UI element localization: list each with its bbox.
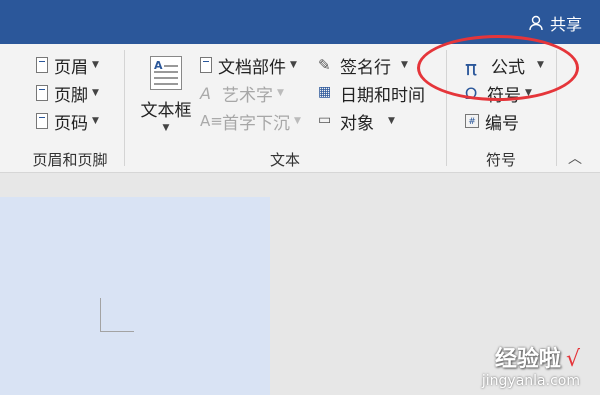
footer-label: 页脚	[54, 85, 88, 106]
check-icon: √	[565, 347, 580, 372]
group-divider	[124, 50, 125, 166]
page-number-button[interactable]: 页码 ▼	[36, 108, 99, 134]
chevron-down-icon: ▼	[537, 60, 544, 70]
chevron-down-icon: ▼	[290, 60, 297, 70]
title-bar: 共享	[0, 0, 600, 44]
drop-cap-label: 首字下沉	[222, 113, 290, 134]
chevron-down-icon: ▼	[92, 116, 99, 126]
person-icon	[529, 15, 543, 31]
quick-parts-button[interactable]: 文档部件 ▼	[200, 52, 297, 78]
page-number-label: 页码	[54, 113, 88, 134]
wordart-label: 艺术字	[222, 85, 273, 106]
calendar-icon: ▦	[318, 84, 332, 100]
chevron-down-icon: ▼	[294, 116, 301, 126]
watermark: 经验啦 √ jingyanla.com	[482, 341, 580, 389]
collapse-ribbon-icon[interactable]: ︿	[568, 148, 582, 168]
number-icon: #	[465, 114, 479, 128]
textbox-icon: A	[150, 56, 182, 90]
numbering-label: 编号	[485, 113, 519, 134]
header-button[interactable]: 页眉 ▼	[36, 52, 99, 78]
quick-parts-label: 文档部件	[218, 57, 286, 78]
header-icon	[36, 57, 48, 73]
quick-parts-icon	[200, 57, 212, 73]
wordart-icon: A	[200, 84, 211, 103]
signature-icon: ✎	[318, 56, 331, 74]
equation-label: 公式	[491, 57, 525, 78]
group-divider	[446, 50, 447, 166]
drop-cap-button[interactable]: A≡ 首字下沉 ▼	[200, 108, 301, 134]
share-label: 共享	[549, 15, 582, 34]
drop-cap-icon: A≡	[200, 112, 223, 130]
object-icon: ▭	[318, 112, 332, 128]
object-label: 对象	[340, 113, 374, 134]
textbox-button[interactable]: A 文本框 ▼	[138, 56, 194, 148]
wordart-button[interactable]: A 艺术字 ▼	[200, 80, 284, 106]
page-number-icon	[36, 113, 48, 129]
chevron-down-icon: ▼	[525, 88, 532, 98]
chevron-down-icon: ▼	[92, 88, 99, 98]
symbol-label: 符号	[487, 85, 521, 106]
equation-button[interactable]: π 公式 ▼	[465, 52, 544, 80]
chevron-down-icon: ▼	[92, 60, 99, 70]
footer-icon	[36, 85, 48, 101]
date-time-label: 日期和时间	[340, 85, 425, 106]
share-button[interactable]: 共享	[528, 11, 582, 35]
group-label-symbols: 符号	[485, 151, 516, 169]
date-time-button[interactable]: ▦ 日期和时间	[318, 80, 425, 106]
numbering-button[interactable]: # 编号	[465, 108, 519, 134]
signature-line-label: 签名行	[340, 57, 391, 78]
omega-icon: Ω	[465, 84, 478, 103]
footer-button[interactable]: 页脚 ▼	[36, 80, 99, 106]
textbox-label: 文本框	[140, 101, 192, 121]
object-button[interactable]: ▭ 对象 ▼	[318, 108, 395, 134]
chevron-down-icon: ▼	[277, 88, 284, 98]
watermark-url: jingyanla.com	[481, 373, 580, 389]
group-divider	[556, 50, 557, 166]
chevron-down-icon: ▼	[162, 123, 170, 133]
watermark-text: 经验啦	[494, 347, 561, 372]
group-label-text: 文本	[269, 151, 300, 169]
chevron-down-icon: ▼	[388, 116, 395, 126]
group-label-header-footer: 页眉和页脚	[32, 151, 108, 169]
header-label: 页眉	[54, 57, 88, 78]
margin-corner-mark	[100, 298, 134, 332]
document-page[interactable]	[0, 197, 270, 395]
symbol-button[interactable]: Ω 符号 ▼	[465, 80, 532, 106]
signature-line-button[interactable]: ✎ 签名行 ▼	[318, 52, 408, 78]
chevron-down-icon: ▼	[401, 60, 408, 70]
ribbon-insert: 页眉 ▼ 页脚 ▼ 页码 ▼ 页眉和页脚 A 文本框 ▼ 文档部件 ▼ A 艺术…	[0, 44, 600, 173]
pi-icon: π	[465, 56, 478, 80]
